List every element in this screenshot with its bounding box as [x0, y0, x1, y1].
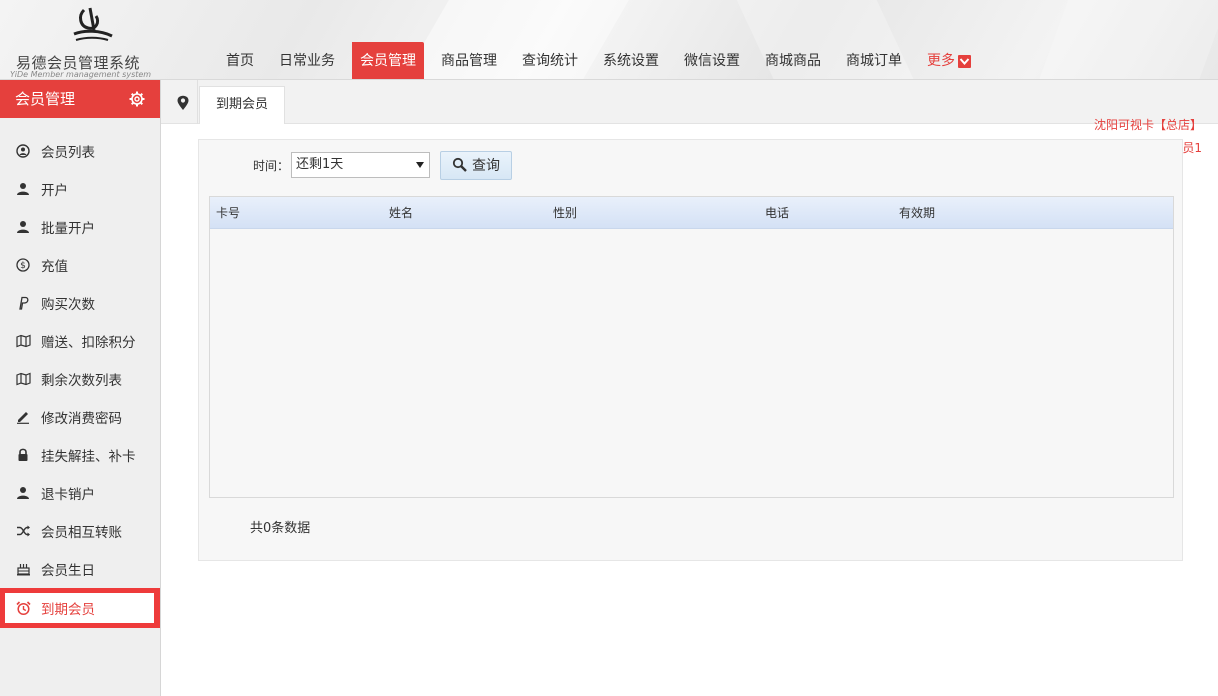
sidebar-item-label: 剩余次数列表 — [41, 373, 122, 389]
dollar-circle-icon: $ — [15, 257, 31, 273]
query-button-label: 查询 — [472, 158, 501, 174]
sidebar-item-label: 到期会员 — [41, 602, 95, 618]
sidebar-item-open-account[interactable]: 开户 — [0, 170, 160, 208]
lock-icon — [15, 447, 31, 463]
sidebar-item-transfer[interactable]: 会员相互转账 — [0, 512, 160, 550]
dropdown-arrow-icon — [416, 162, 425, 168]
tab-divider — [197, 80, 198, 124]
query-button[interactable]: 查询 — [440, 150, 513, 180]
tab-expired-members[interactable]: 到期会员 — [199, 86, 285, 124]
nav-more[interactable]: 更多 — [919, 42, 979, 79]
user-icon — [15, 219, 31, 235]
sidebar-item-label: 会员相互转账 — [41, 525, 122, 541]
location-pin-icon — [177, 95, 189, 110]
top-header: 易德会员管理系统 YiDe Member management system 首… — [0, 0, 1218, 80]
nav-more-label: 更多 — [927, 53, 955, 69]
column-header-name[interactable]: 姓名 — [389, 197, 413, 229]
map-icon — [15, 371, 31, 387]
nav-daily-business[interactable]: 日常业务 — [271, 42, 343, 79]
sidebar-item-label: 挂失解挂、补卡 — [41, 449, 136, 465]
time-filter-value: 还剩1天 — [296, 157, 344, 172]
search-icon — [452, 157, 467, 172]
time-filter-select[interactable]: 还剩1天 — [291, 152, 431, 178]
sidebar-header: 会员管理 — [0, 80, 160, 118]
sidebar-item-label: 会员生日 — [41, 563, 95, 579]
column-header-expiry[interactable]: 有效期 — [899, 197, 935, 229]
sidebar: 会员管理 会员列表 开户 批量开户 $ 充值 购买次数 赠送、扣除积分 剩余次数… — [0, 80, 161, 696]
sidebar-item-change-password[interactable]: 修改消费密码 — [0, 398, 160, 436]
sidebar-item-label: 开户 — [41, 183, 68, 199]
user-icon — [15, 181, 31, 197]
sidebar-item-label: 会员列表 — [41, 145, 95, 161]
logo[interactable]: 易德会员管理系统 YiDe Member management system — [8, 4, 158, 79]
user-circle-icon — [15, 143, 31, 159]
sidebar-item-expired-members[interactable]: 到期会员 — [0, 588, 160, 628]
gear-icon[interactable] — [129, 91, 145, 107]
sidebar-item-batch-open[interactable]: 批量开户 — [0, 208, 160, 246]
sidebar-item-label: 充值 — [41, 259, 68, 275]
main-panel: 时间： 还剩1天 查询 卡号 姓名 性别 电话 有效期 共0条数据 — [198, 139, 1183, 561]
column-header-gender[interactable]: 性别 — [553, 197, 577, 229]
sidebar-item-points[interactable]: 赠送、扣除积分 — [0, 322, 160, 360]
sidebar-item-cancel-card[interactable]: 退卡销户 — [0, 474, 160, 512]
filter-bar: 时间： 还剩1天 查询 — [253, 150, 513, 180]
nav-mall-orders[interactable]: 商城订单 — [838, 42, 910, 79]
pencil-icon — [15, 409, 31, 425]
sidebar-item-buy-times[interactable]: 购买次数 — [0, 284, 160, 322]
tab-bar: 到期会员 — [161, 80, 1218, 124]
sidebar-item-label: 批量开户 — [41, 221, 95, 237]
nav-member-management[interactable]: 会员管理 — [352, 42, 424, 79]
sidebar-item-member-list[interactable]: 会员列表 — [0, 132, 160, 170]
main-nav: 首页 日常业务 会员管理 商品管理 查询统计 系统设置 微信设置 商城商品 商城… — [218, 42, 988, 79]
members-table: 卡号 姓名 性别 电话 有效期 — [209, 196, 1174, 498]
nav-mall-products[interactable]: 商城商品 — [757, 42, 829, 79]
sidebar-item-recharge[interactable]: $ 充值 — [0, 246, 160, 284]
logo-mark-icon — [73, 7, 113, 41]
alarm-clock-icon — [15, 600, 31, 616]
nav-product-management[interactable]: 商品管理 — [433, 42, 505, 79]
map-icon — [15, 333, 31, 349]
user-icon — [15, 485, 31, 501]
sidebar-item-report-loss[interactable]: 挂失解挂、补卡 — [0, 436, 160, 474]
nav-wechat-settings[interactable]: 微信设置 — [676, 42, 748, 79]
header-background-facet — [1028, 0, 1218, 79]
sidebar-item-label: 退卡销户 — [41, 487, 95, 503]
sidebar-menu: 会员列表 开户 批量开户 $ 充值 购买次数 赠送、扣除积分 剩余次数列表 修改… — [0, 132, 160, 628]
column-header-phone[interactable]: 电话 — [765, 197, 789, 229]
sidebar-item-label: 赠送、扣除积分 — [41, 335, 136, 351]
svg-text:$: $ — [20, 261, 26, 271]
record-count: 共0条数据 — [250, 521, 311, 536]
sidebar-item-birthday[interactable]: 会员生日 — [0, 550, 160, 588]
sidebar-title: 会员管理 — [15, 90, 76, 108]
sidebar-item-label: 购买次数 — [41, 297, 95, 313]
shuffle-icon — [15, 523, 31, 539]
table-header: 卡号 姓名 性别 电话 有效期 — [210, 197, 1173, 229]
operator-notice: 员1 — [1182, 141, 1202, 155]
nav-home[interactable]: 首页 — [218, 42, 262, 79]
nav-query-statistics[interactable]: 查询统计 — [514, 42, 586, 79]
cake-icon — [15, 561, 31, 577]
column-header-card-no[interactable]: 卡号 — [216, 197, 240, 229]
paypal-icon — [15, 295, 31, 311]
app-subtitle: YiDe Member management system — [10, 70, 152, 79]
chevron-down-icon — [958, 54, 971, 68]
sidebar-item-remaining-times[interactable]: 剩余次数列表 — [0, 360, 160, 398]
sidebar-item-label: 修改消费密码 — [41, 411, 122, 427]
nav-system-settings[interactable]: 系统设置 — [595, 42, 667, 79]
store-notice: 沈阳可视卡【总店】 — [1093, 118, 1202, 131]
time-filter-label: 时间： — [253, 158, 290, 173]
